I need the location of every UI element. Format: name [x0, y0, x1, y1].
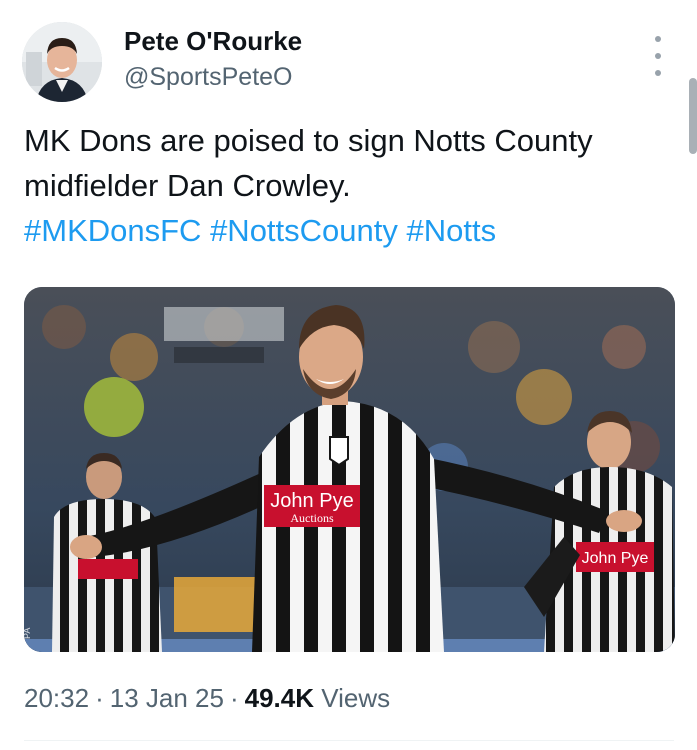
svg-text:Auctions: Auctions	[290, 511, 334, 525]
hashtag-link[interactable]: #NottsCounty	[210, 213, 398, 248]
author-name[interactable]: Pete O'Rourke	[124, 26, 302, 57]
tweet-time[interactable]: 20:32	[24, 683, 89, 713]
svg-text:PA: PA	[24, 628, 32, 639]
more-options-icon[interactable]	[646, 36, 670, 76]
tweet-media-photo[interactable]: John Pye John Pye Auctions PA	[24, 287, 675, 652]
views-label: Views	[321, 683, 391, 713]
avatar-photo	[22, 22, 102, 102]
separator-dot: ·	[229, 683, 239, 713]
tweet-text-block: MK Dons are poised to sign Notts County …	[24, 118, 664, 253]
author-handle[interactable]: @SportsPeteO	[124, 63, 293, 92]
svg-text:John Pye: John Pye	[270, 490, 353, 512]
hashtag-link[interactable]: #MKDonsFC	[24, 213, 201, 248]
svg-text:John Pye: John Pye	[582, 550, 649, 567]
tweet-text: MK Dons are poised to sign Notts County …	[24, 123, 593, 203]
scrollbar-thumb[interactable]	[689, 78, 697, 154]
tweet: Pete O'Rourke @SportsPeteO MK Dons are p…	[0, 0, 697, 750]
views-count: 49.4K	[244, 683, 315, 713]
tweet-date[interactable]: 13 Jan 25	[110, 683, 224, 713]
divider	[24, 740, 674, 741]
football-celebration-photo: John Pye John Pye Auctions PA	[24, 287, 675, 652]
tweet-meta: 20:32 · 13 Jan 25 · 49.4K Views	[24, 683, 390, 714]
avatar[interactable]	[22, 22, 102, 102]
separator-dot: ·	[95, 683, 104, 713]
hashtag-link[interactable]: #Notts	[407, 213, 497, 248]
